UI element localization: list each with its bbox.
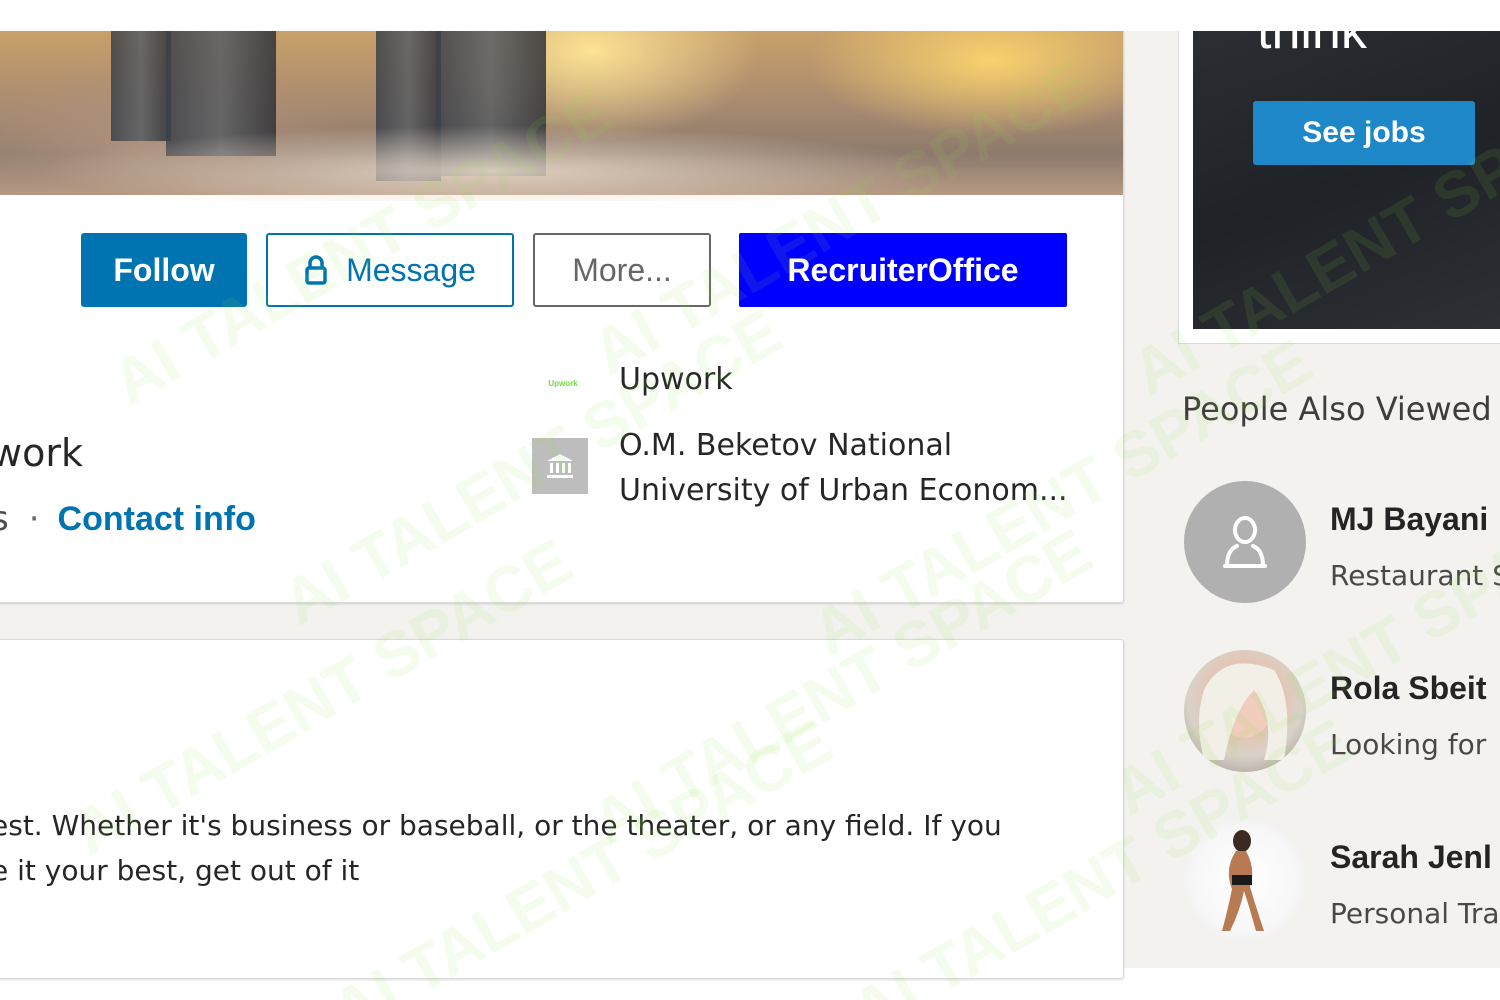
location-text: s — [0, 499, 9, 539]
people-also-viewed-title: People Also Viewed — [1182, 390, 1492, 428]
ad-image[interactable]: think See jobs — [1193, 31, 1500, 329]
more-button-label: More... — [572, 251, 672, 288]
person-headline: Looking for — [1330, 728, 1487, 761]
avatar[interactable] — [1184, 481, 1306, 603]
recruiter-office-button-label: RecruiterOffice — [787, 251, 1019, 288]
about-line-1: est. Whether it's business or baseball, … — [0, 809, 1002, 842]
bank-icon — [547, 454, 573, 478]
people-also-viewed-item[interactable]: Sarah Jenl Personal Tra — [1184, 819, 1500, 941]
contact-info-link[interactable]: Contact info — [58, 500, 256, 539]
separator-dot: · — [28, 499, 40, 539]
avatar[interactable] — [1184, 650, 1306, 772]
ad-card: think See jobs — [1178, 31, 1500, 344]
current-company-link[interactable]: Upwork — [619, 362, 733, 397]
profile-photo-icon — [1199, 663, 1288, 760]
person-name[interactable]: Rola Sbeit — [1330, 670, 1486, 707]
person-name[interactable]: Sarah Jenl — [1330, 839, 1492, 876]
person-placeholder-icon — [1223, 516, 1267, 568]
profile-banner-image — [0, 31, 1123, 201]
person-name[interactable]: MJ Bayani — [1330, 501, 1488, 538]
people-also-viewed-item[interactable]: Rola Sbeit Looking for — [1184, 650, 1500, 772]
ad-headline: think — [1257, 31, 1367, 60]
message-button[interactable]: Message — [266, 233, 514, 307]
profile-photo-icon — [1222, 830, 1264, 931]
education-link[interactable]: O.M. Beketov National University of Urba… — [619, 423, 1079, 513]
recruiter-office-button[interactable]: RecruiterOffice — [739, 233, 1067, 307]
lock-icon — [305, 255, 327, 285]
upwork-logo-icon[interactable]: Upwork — [539, 376, 587, 390]
person-headline: Personal Tra — [1330, 897, 1500, 930]
message-button-label: Message — [346, 251, 476, 288]
person-headline: Restaurant S — [1330, 559, 1500, 592]
profile-location-line: s · Contact info — [0, 499, 256, 539]
follow-button-label: Follow — [113, 251, 215, 288]
about-card: est. Whether it's business or baseball, … — [0, 639, 1124, 979]
about-line-2: e it your best, get out of it — [0, 854, 360, 887]
company-logo-text: Upwork — [548, 378, 578, 388]
follow-button[interactable]: Follow — [81, 233, 247, 307]
profile-top-card: Follow Message More... RecruiterOffice w… — [0, 31, 1124, 603]
about-summary: est. Whether it's business or baseball, … — [0, 803, 1051, 893]
avatar[interactable] — [1184, 819, 1306, 941]
see-jobs-label: See jobs — [1302, 116, 1426, 149]
more-button[interactable]: More... — [533, 233, 711, 307]
see-jobs-button[interactable]: See jobs — [1253, 101, 1475, 165]
people-also-viewed-item[interactable]: MJ Bayani Restaurant S — [1184, 481, 1500, 603]
school-building-icon[interactable] — [532, 438, 588, 494]
profile-headline: work — [0, 431, 83, 475]
